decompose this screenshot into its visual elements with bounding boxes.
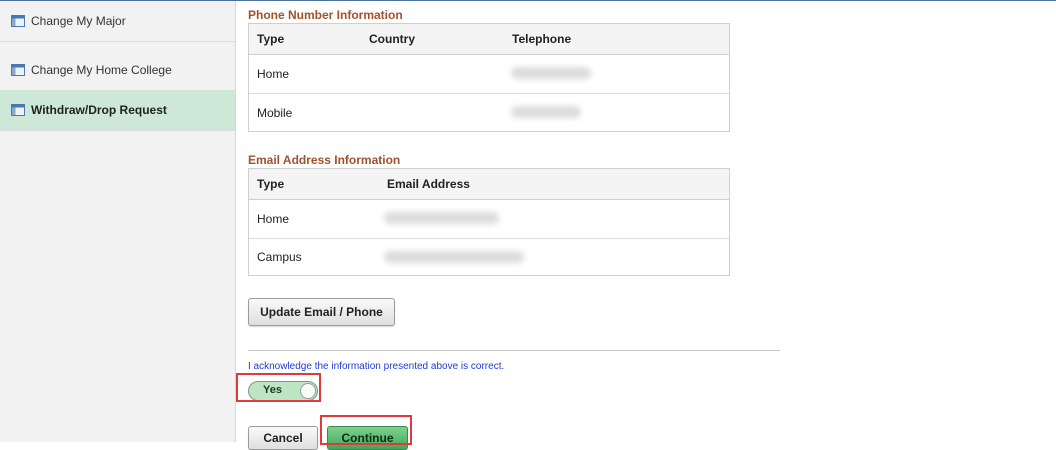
page-icon (11, 104, 25, 116)
phone-table: Type Country Telephone Home Mobile (248, 23, 730, 132)
column-header-telephone: Telephone (512, 32, 572, 46)
phone-section-title: Phone Number Information (248, 8, 403, 22)
table-row: Home (249, 200, 729, 239)
phone-type-cell: Mobile (257, 105, 293, 120)
column-header-type: Type (257, 177, 285, 191)
column-header-country: Country (369, 32, 415, 46)
redacted-email (384, 251, 524, 263)
redacted-email (384, 212, 499, 224)
column-header-email-address: Email Address (387, 177, 470, 191)
sidebar-item-label: Change My Home College (31, 63, 172, 77)
sidebar-item-label: Withdraw/Drop Request (31, 103, 167, 117)
email-type-cell: Campus (257, 250, 302, 264)
sidebar-item-change-major[interactable]: Change My Major (0, 1, 235, 42)
page-icon (11, 15, 25, 27)
acknowledge-text: I acknowledge the information presented … (248, 361, 505, 372)
email-section-title: Email Address Information (248, 153, 401, 167)
highlight-box-toggle (236, 373, 321, 402)
sidebar-item-label: Change My Major (31, 14, 126, 28)
highlight-box-continue (320, 415, 412, 445)
email-table: Type Email Address Home Campus (248, 168, 730, 276)
sidebar-item-withdraw-drop[interactable]: Withdraw/Drop Request (0, 90, 235, 131)
sidebar: Change My Major Change My Home College W… (0, 1, 236, 442)
divider (248, 350, 780, 351)
cancel-button[interactable]: Cancel (248, 426, 318, 450)
table-header: Type Country Telephone (249, 24, 729, 55)
redacted-telephone (511, 106, 581, 118)
column-header-type: Type (257, 32, 285, 46)
table-row: Campus (249, 239, 729, 275)
page-icon (11, 64, 25, 76)
update-email-phone-button[interactable]: Update Email / Phone (248, 298, 395, 326)
sidebar-item-change-home-college[interactable]: Change My Home College (0, 50, 235, 91)
email-type-cell: Home (257, 212, 290, 226)
phone-type-cell: Home (257, 67, 290, 81)
table-header: Type Email Address (249, 169, 729, 200)
redacted-telephone (511, 67, 591, 79)
table-row: Mobile (249, 94, 729, 131)
table-row: Home (249, 55, 729, 94)
